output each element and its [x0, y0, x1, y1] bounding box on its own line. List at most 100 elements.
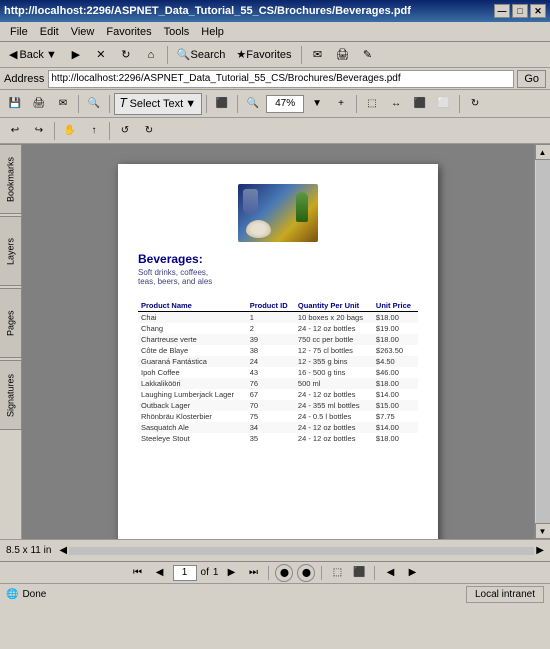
zoom-input[interactable] [266, 95, 304, 113]
layers-tab[interactable]: Layers [0, 216, 22, 286]
table-row: Chang224 - 12 oz bottles$19.00 [138, 323, 418, 334]
col-quantity: Quantity Per Unit [295, 300, 373, 312]
redo-button[interactable]: ↪ [28, 120, 50, 142]
text-cursor-icon: 𝑇 [120, 96, 128, 111]
pdf-email-button[interactable]: ✉ [52, 93, 74, 115]
rotate-icon: ↻ [471, 98, 479, 109]
circle-2-icon: ⬤ [302, 568, 311, 577]
resize-2-button[interactable]: ⬛ [350, 564, 368, 582]
table-row: Guaraná Fantástica2412 - 355 g bins$4.50 [138, 356, 418, 367]
pdf-save-button[interactable]: 💾 [4, 93, 26, 115]
minimize-button[interactable]: — [494, 4, 510, 18]
pdf-snapshot-button[interactable]: ⬛ [211, 93, 233, 115]
pages-tab[interactable]: Pages [0, 288, 22, 358]
actual-size-icon: ⬛ [414, 98, 426, 109]
scroll-right-icon[interactable]: ▶ [536, 545, 544, 556]
pdf-toolbar-2: ↩ ↪ ✋ ↑ ↺ ↻ [0, 118, 550, 144]
full-screen-button[interactable]: ⬜ [433, 93, 455, 115]
first-page-button[interactable]: ⏮ [129, 564, 147, 582]
scroll-up-button[interactable]: ▲ [535, 144, 550, 160]
scroll-left-icon[interactable]: ◀ [59, 545, 67, 556]
menu-tools[interactable]: Tools [158, 24, 196, 40]
nav-circle-1[interactable]: ⬤ [275, 564, 293, 582]
edit-button[interactable]: ✎ [357, 44, 379, 66]
maximize-button[interactable]: □ [512, 4, 528, 18]
nav-right-icon: ▶ [409, 567, 417, 578]
menu-bar: File Edit View Favorites Tools Help [0, 22, 550, 42]
table-row: Chai110 boxes x 20 bags$18.00 [138, 312, 418, 324]
nav-sep-3 [374, 566, 375, 580]
pdf-print-button[interactable]: 🖨 [28, 93, 50, 115]
right-scrollbar[interactable]: ▲ ▼ [534, 144, 550, 539]
col-product-name: Product Name [138, 300, 247, 312]
pdf-sep-2 [109, 95, 110, 113]
zoom-out-icon: 🔍 [247, 98, 259, 109]
print-button[interactable]: 🖨 [332, 44, 354, 66]
menu-view[interactable]: View [65, 24, 101, 40]
rotate-button[interactable]: ↻ [464, 93, 486, 115]
next-page-button[interactable]: ▶ [222, 564, 240, 582]
title-bar: http://localhost:2296/ASPNET_Data_Tutori… [0, 0, 550, 22]
menu-help[interactable]: Help [195, 24, 230, 40]
select-text-button[interactable]: 𝑇 Select Text ▼ [114, 93, 202, 115]
scroll-track[interactable] [536, 160, 550, 523]
undo-button[interactable]: ↩ [4, 120, 26, 142]
address-input[interactable] [48, 70, 514, 88]
menu-file[interactable]: File [4, 24, 34, 40]
pdf2-sep-1 [54, 122, 55, 140]
pdf-sep-5 [356, 95, 357, 113]
pdf-page: Beverages: Soft drinks, coffees,teas, be… [118, 164, 438, 539]
circle-1-icon: ⬤ [280, 568, 289, 577]
arrow-tool-button[interactable]: ↑ [83, 120, 105, 142]
window-controls: — □ ✕ [494, 4, 546, 18]
back-dropdown-icon: ▼ [46, 49, 57, 61]
favorites-label: Favorites [246, 49, 291, 61]
prev-page-button[interactable]: ◀ [151, 564, 169, 582]
mail-button[interactable]: ✉ [307, 44, 329, 66]
find-icon: 🔍 [88, 98, 100, 109]
nav-circle-2[interactable]: ⬤ [297, 564, 315, 582]
menu-edit[interactable]: Edit [34, 24, 65, 40]
table-row: Rhönbräu Klosterbier7524 - 0.5 l bottles… [138, 411, 418, 422]
last-page-button[interactable]: ⏭ [244, 564, 262, 582]
home-button[interactable]: ⌂ [140, 44, 162, 66]
forward-button[interactable]: ▶ [65, 44, 87, 66]
current-page-input[interactable] [173, 565, 197, 581]
actual-size-button[interactable]: ⬛ [409, 93, 431, 115]
left-panel: Bookmarks Layers Pages Signatures [0, 144, 22, 539]
toolbar-sep-1 [167, 46, 168, 64]
pdf-scroll-area[interactable]: Beverages: Soft drinks, coffees,teas, be… [22, 144, 534, 539]
favorites-button[interactable]: ★Favorites [232, 44, 295, 66]
nav-right-button[interactable]: ▶ [403, 564, 421, 582]
nav-left-button[interactable]: ◀ [381, 564, 399, 582]
menu-favorites[interactable]: Favorites [100, 24, 157, 40]
zoom-out-button[interactable]: 🔍 [242, 93, 264, 115]
done-text: Done [22, 589, 462, 600]
scroll-down-button[interactable]: ▼ [535, 523, 550, 539]
rotate-cw-icon: ↻ [145, 125, 153, 136]
rotate-ccw-button[interactable]: ↺ [114, 120, 136, 142]
signatures-tab[interactable]: Signatures [0, 360, 22, 430]
search-button[interactable]: 🔍Search [173, 44, 230, 66]
zoom-dropdown-button[interactable]: ▼ [306, 93, 328, 115]
refresh-button[interactable]: ↻ [115, 44, 137, 66]
page-size-bar: 8.5 x 11 in ◀ ▶ [0, 539, 550, 561]
close-button[interactable]: ✕ [530, 4, 546, 18]
rotate-cw-button[interactable]: ↻ [138, 120, 160, 142]
zoom-in-button[interactable]: + [330, 93, 352, 115]
horizontal-scrollbar-track[interactable] [69, 547, 534, 555]
bookmarks-tab[interactable]: Bookmarks [0, 144, 22, 214]
stop-button[interactable]: ✕ [90, 44, 112, 66]
pdf-find-button[interactable]: 🔍 [83, 93, 105, 115]
email-icon: ✉ [59, 98, 67, 109]
fit-page-button[interactable]: ⬚ [361, 93, 383, 115]
resize-1-button[interactable]: ⬚ [328, 564, 346, 582]
go-button[interactable]: Go [517, 70, 546, 88]
fit-width-button[interactable]: ↔ [385, 93, 407, 115]
first-page-icon: ⏮ [133, 567, 142, 578]
home-icon: ⌂ [148, 49, 155, 61]
hand-tool-button[interactable]: ✋ [59, 120, 81, 142]
back-button[interactable]: ◀ Back ▼ [4, 44, 62, 66]
of-label: of [201, 567, 209, 578]
address-bar: Address Go [0, 68, 550, 90]
